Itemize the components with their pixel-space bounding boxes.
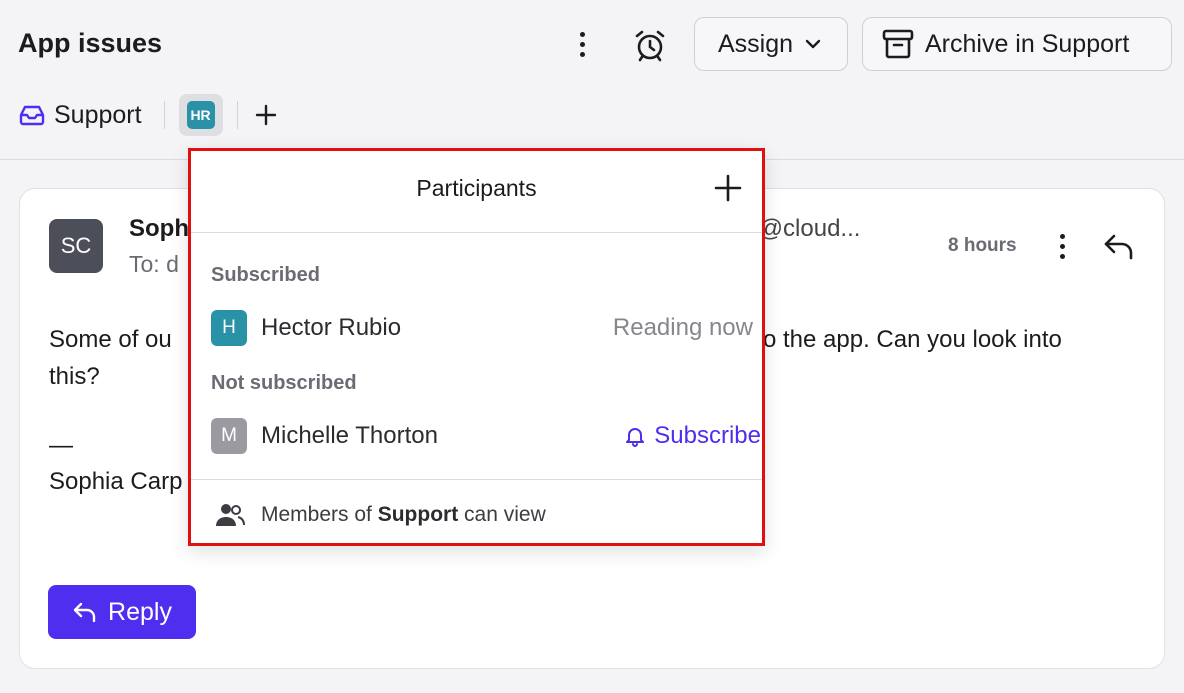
archive-icon [882,29,914,59]
subscribe-button[interactable]: Subscribe [624,422,761,450]
reply-button[interactable]: Reply [48,585,196,639]
archive-label: Archive in Support [925,29,1130,58]
timestamp: 8 hours [948,235,1017,256]
avatar: M [211,418,247,454]
participants-popover: Participants Subscribed H Hector Rubio R… [188,148,765,546]
footer-team: Support [377,503,459,526]
more-options-icon[interactable] [568,26,596,62]
message-body-line2: this? [49,363,100,390]
bell-icon [626,428,645,447]
participant-name: Michelle Thorton [261,422,438,449]
participant-row: H Hector Rubio Reading now [211,310,753,346]
snooze-alarm-icon[interactable] [630,26,670,64]
inbox-icon [19,105,45,126]
add-participant-icon[interactable] [713,173,743,203]
message-body-right: o the app. Can you look into [763,326,1062,353]
assign-label: Assign [718,29,794,58]
avatar: SC [49,219,103,273]
support-label: Support [54,100,142,129]
subnav: Support HR [18,94,278,136]
chevron-down-icon [805,39,821,49]
message-options-icon[interactable] [1050,229,1074,263]
participant-row: M Michelle Thorton Subscribe [211,418,761,454]
divider [163,101,165,129]
visibility-note: Members of Support can view [215,502,546,528]
avatar: HR [186,101,215,129]
footer-prefix: Members of [261,503,372,526]
reply-label: Reply [108,597,172,626]
participant-status: Reading now [612,314,753,341]
assign-button[interactable]: Assign [694,17,848,71]
header: App issues Assign Archive in Support Sup… [0,0,1184,160]
subscribed-label: Subscribed [211,264,320,286]
subscribe-label: Subscribe [654,422,761,449]
avatar: H [211,310,247,346]
participant-name: Hector Rubio [261,314,402,341]
add-icon[interactable] [254,103,278,127]
archive-button[interactable]: Archive in Support [862,17,1172,71]
users-icon [216,504,245,526]
signature-name: Sophia Carp [49,468,183,495]
recipient-line: To: d [129,251,179,277]
footer-suffix: can view [464,503,546,526]
reply-icon [73,602,96,623]
inbox-support-tab[interactable]: Support [18,101,142,130]
reply-icon[interactable] [1102,231,1136,263]
message-body-left: Some of ou [49,326,172,353]
sender-name: Soph [129,215,189,242]
participants-button[interactable]: HR [178,94,223,136]
page-title: App issues [18,28,163,58]
popover-title: Participants [416,175,537,201]
divider [191,479,762,480]
divider [191,232,762,233]
signature-dash: — [49,432,73,459]
not-subscribed-label: Not subscribed [211,372,357,394]
divider [236,101,238,129]
